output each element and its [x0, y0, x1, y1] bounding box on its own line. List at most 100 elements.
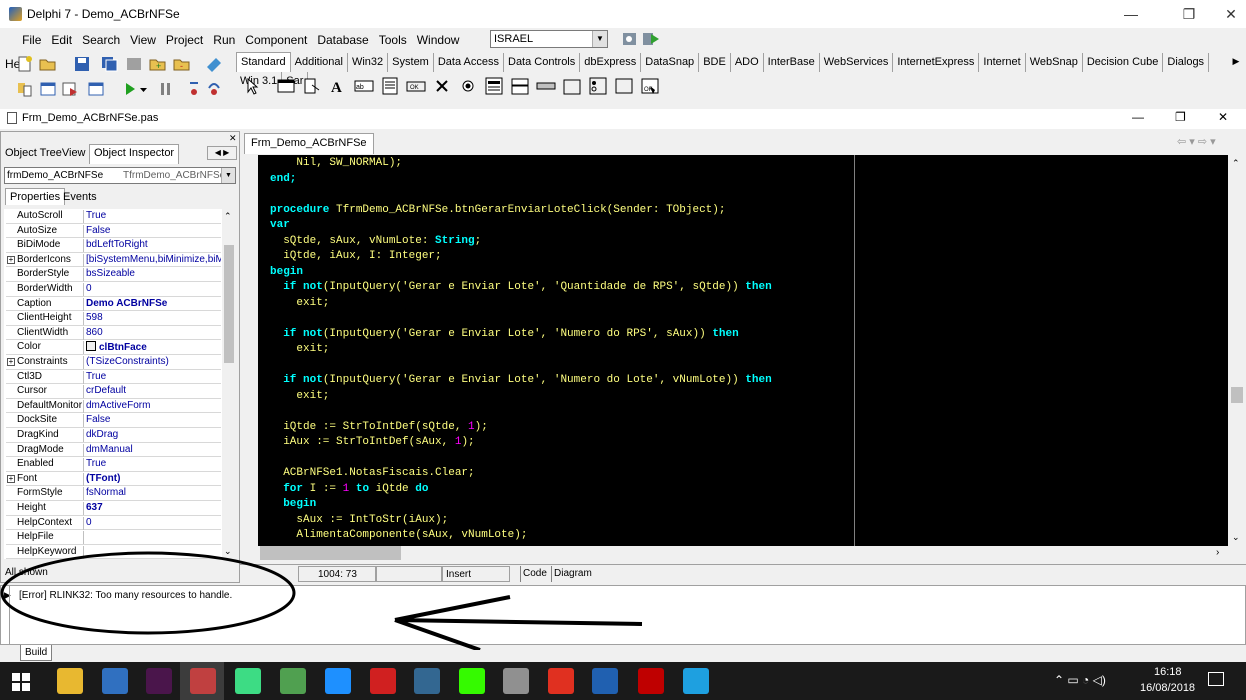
- mainmenu-icon[interactable]: [276, 76, 296, 96]
- new-form-icon[interactable]: [86, 80, 106, 98]
- code-line[interactable]: exit;: [270, 390, 329, 406]
- slack-icon[interactable]: [146, 668, 172, 694]
- code-line[interactable]: iQtde := StrToIntDef(sQtde, 1);: [270, 421, 488, 437]
- help-icon[interactable]: [204, 55, 224, 73]
- virtualbox-icon[interactable]: [592, 668, 618, 694]
- property-scrollbar[interactable]: ⌃ ⌄: [222, 209, 236, 559]
- add-file-icon[interactable]: +: [148, 55, 168, 73]
- open-project-icon[interactable]: [124, 55, 144, 73]
- radiogroup-icon[interactable]: [588, 76, 608, 96]
- scroll-down-icon[interactable]: ⌄: [224, 546, 232, 557]
- desktop-layout-combo[interactable]: ISRAEL ▼: [490, 30, 608, 48]
- code-line[interactable]: if not(InputQuery('Gerar e Enviar Lote',…: [270, 281, 772, 297]
- property-value[interactable]: False: [86, 414, 221, 425]
- dx-icon[interactable]: [370, 668, 396, 694]
- radiobutton-icon[interactable]: [458, 76, 478, 96]
- tab-properties[interactable]: Properties: [5, 188, 66, 205]
- view-unit-icon[interactable]: [15, 80, 35, 98]
- property-value[interactable]: True: [86, 210, 221, 221]
- run-icon[interactable]: [120, 80, 140, 98]
- code-line[interactable]: for I := 1 to iQtde do: [270, 483, 428, 499]
- tab-datasnap[interactable]: DataSnap: [641, 53, 700, 72]
- code-line[interactable]: if not(InputQuery('Gerar e Enviar Lote',…: [270, 374, 772, 390]
- code-line[interactable]: if not(InputQuery('Gerar e Enviar Lote',…: [270, 328, 739, 344]
- menu-database[interactable]: Database: [312, 28, 373, 52]
- tab-system[interactable]: System: [388, 53, 434, 72]
- pause-icon[interactable]: [156, 80, 176, 98]
- error-message[interactable]: [Error] RLINK32: Too many resources to h…: [19, 590, 232, 601]
- remove-file-icon[interactable]: -: [172, 55, 192, 73]
- code-line[interactable]: exit;: [270, 343, 329, 359]
- menu-search[interactable]: Search: [77, 28, 125, 52]
- tab-object-treeview[interactable]: Object TreeView: [5, 147, 86, 159]
- property-value[interactable]: Demo ACBrNFSe: [86, 298, 221, 309]
- edit-icon[interactable]: ab: [354, 76, 374, 96]
- open-icon[interactable]: [38, 55, 58, 73]
- tab-websnap[interactable]: WebSnap: [1026, 53, 1083, 72]
- property-row[interactable]: HelpFile: [6, 530, 221, 545]
- property-row[interactable]: DragMode dmManual: [6, 443, 221, 458]
- property-value[interactable]: dmManual: [86, 444, 221, 455]
- code-line[interactable]: begin: [270, 498, 316, 514]
- menu-view[interactable]: View: [125, 28, 161, 52]
- property-value[interactable]: (TSizeConstraints): [86, 356, 221, 367]
- toggle-form-unit-icon[interactable]: [60, 80, 80, 98]
- tab-diagram[interactable]: Diagram: [551, 566, 592, 582]
- editor-close-button[interactable]: ✕: [1218, 110, 1228, 124]
- property-row[interactable]: Ctl3D True: [6, 370, 221, 385]
- scroll-up-icon[interactable]: ⌃: [1232, 158, 1240, 169]
- android-studio-icon[interactable]: [235, 668, 261, 694]
- tab-data-controls[interactable]: Data Controls: [504, 53, 581, 72]
- editor-restore-button[interactable]: ❐: [1175, 110, 1186, 124]
- clock-date[interactable]: 16/08/2018: [1140, 682, 1195, 694]
- tab-scroll-arrows-icon[interactable]: ◀ ▶: [207, 146, 237, 160]
- property-row[interactable]: + BorderIcons [biSystemMenu,biMinimize,biM…: [6, 253, 221, 268]
- expand-plus-icon[interactable]: +: [7, 255, 15, 264]
- property-row[interactable]: Color clBtnFace: [6, 340, 221, 355]
- nav-back-forward-icon[interactable]: ⇦ ▾ ⇨ ▾: [1177, 135, 1216, 148]
- property-row[interactable]: BorderWidth 0: [6, 282, 221, 297]
- view-form-icon[interactable]: [38, 80, 58, 98]
- listbox-icon[interactable]: [484, 76, 504, 96]
- palette-scroll-right-icon[interactable]: ▶: [1226, 53, 1246, 69]
- close-button[interactable]: ✕: [1208, 0, 1246, 28]
- tab-bde[interactable]: BDE: [699, 53, 731, 72]
- property-value[interactable]: [biSystemMenu,biMinimize,biMa: [86, 254, 221, 265]
- property-row[interactable]: BorderStyle bsSizeable: [6, 267, 221, 282]
- menu-component[interactable]: Component: [240, 28, 312, 52]
- code-editor[interactable]: Nil, SW_NORMAL); end; procedure TfrmDemo_A…: [258, 155, 1228, 546]
- tab-webservices[interactable]: WebServices: [820, 53, 894, 72]
- tab-additional[interactable]: Additional: [291, 53, 348, 72]
- property-value[interactable]: True: [86, 371, 221, 382]
- scrollbar-thumb[interactable]: [224, 245, 234, 363]
- tray-icons[interactable]: ⌃ ▭ ◔ ◁): [1054, 673, 1106, 687]
- scrollbar-thumb[interactable]: [260, 546, 401, 560]
- file-explorer-icon[interactable]: [57, 668, 83, 694]
- set-debug-desktop-icon[interactable]: [641, 30, 661, 48]
- property-value[interactable]: 598: [86, 312, 221, 323]
- code-line[interactable]: exit;: [270, 297, 329, 313]
- property-value[interactable]: 860: [86, 327, 221, 338]
- button-icon[interactable]: OK: [406, 76, 426, 96]
- tab-build[interactable]: Build: [20, 645, 53, 661]
- code-line[interactable]: end;: [270, 173, 296, 189]
- tab-interbase[interactable]: InterBase: [764, 53, 820, 72]
- property-value[interactable]: crDefault: [86, 385, 221, 396]
- property-row[interactable]: Enabled True: [6, 457, 221, 472]
- menu-edit[interactable]: Edit: [46, 28, 77, 52]
- property-row[interactable]: + Constraints (TSizeConstraints): [6, 355, 221, 370]
- code-line[interactable]: procedure TfrmDemo_ACBrNFSe.btnGerarEnvi…: [270, 204, 726, 220]
- property-row[interactable]: Cursor crDefault: [6, 384, 221, 399]
- close-icon[interactable]: ✕: [229, 133, 237, 144]
- expand-plus-icon[interactable]: +: [7, 474, 15, 483]
- property-value[interactable]: 0: [86, 517, 221, 528]
- editor-minimize-button[interactable]: —: [1132, 110, 1144, 124]
- internet-explorer-icon[interactable]: [683, 668, 709, 694]
- filezilla-icon[interactable]: [638, 668, 664, 694]
- delphi7-icon[interactable]: [190, 668, 216, 694]
- dreamweaver-icon[interactable]: [459, 668, 485, 694]
- code-line[interactable]: Nil, SW_NORMAL);: [270, 157, 402, 173]
- popupmenu-icon[interactable]: [302, 76, 322, 96]
- scrollbar-icon[interactable]: [536, 76, 556, 96]
- expand-plus-icon[interactable]: +: [7, 358, 15, 366]
